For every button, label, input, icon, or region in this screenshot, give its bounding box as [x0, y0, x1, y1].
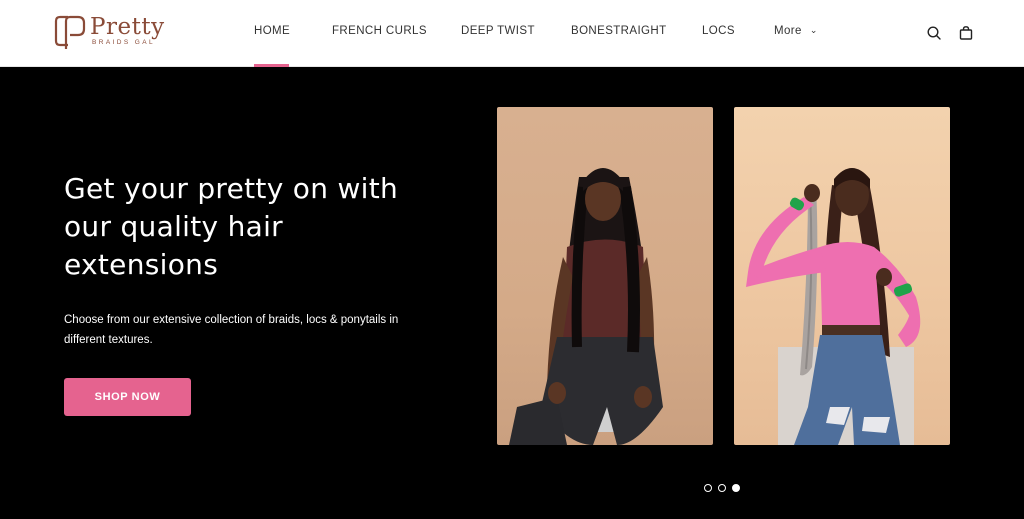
model-photo-illustration-2 — [746, 168, 921, 445]
hero-photo-1 — [497, 107, 713, 445]
hero-banner: Get your pretty on with our quality hair… — [0, 68, 1024, 519]
nav-item-deep-twist[interactable]: DEEP TWIST — [461, 25, 535, 37]
nav-item-home[interactable]: HOME — [254, 25, 290, 37]
nav-item-more[interactable]: More ⌄ — [774, 25, 818, 37]
shop-now-button[interactable]: SHOP NOW — [64, 378, 191, 416]
search-icon[interactable] — [926, 25, 942, 41]
nav-more-label: More — [774, 25, 802, 37]
brand-tagline: BRAIDS GAL — [92, 39, 156, 46]
brand-logo[interactable]: Pretty BRAIDS GAL — [54, 13, 174, 51]
nav-item-french-curls[interactable]: FRENCH CURLS — [332, 25, 427, 37]
site-header: Pretty BRAIDS GAL HOME FRENCH CURLS DEEP… — [0, 0, 1024, 67]
nav-active-indicator — [254, 64, 289, 67]
hero-title: Get your pretty on with our quality hair… — [64, 172, 399, 281]
hero-description: Choose from our extensive collection of … — [64, 314, 399, 346]
brand-name: Pretty — [90, 14, 165, 40]
logo-mark-icon — [54, 15, 86, 49]
shopping-bag-icon[interactable] — [958, 25, 974, 41]
nav-item-bonestraight[interactable]: BONESTRAIGHT — [571, 25, 667, 37]
slider-dot-2[interactable] — [718, 484, 726, 492]
slider-dot-3[interactable] — [732, 484, 740, 492]
nav-item-locs[interactable]: LOCS — [702, 25, 735, 37]
model-photo-illustration-1 — [509, 168, 663, 445]
chevron-down-icon: ⌄ — [809, 25, 818, 35]
hero-photo-2 — [734, 107, 950, 445]
slider-dot-1[interactable] — [704, 484, 712, 492]
